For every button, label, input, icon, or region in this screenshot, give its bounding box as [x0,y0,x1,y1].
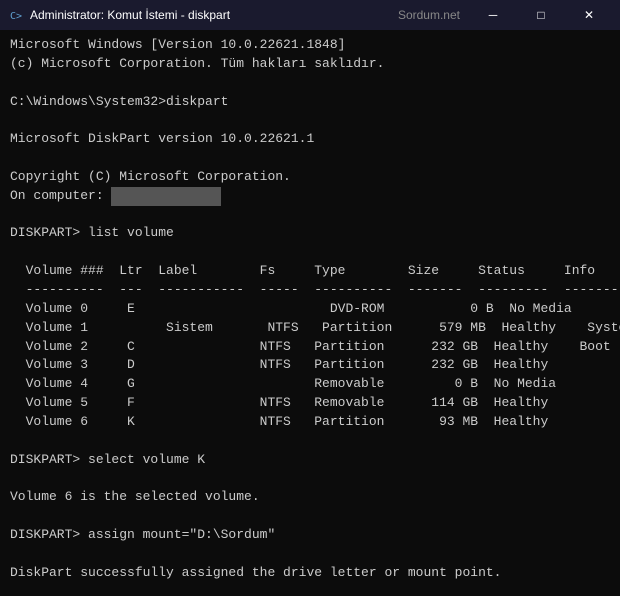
blank-line-8 [10,507,610,526]
diskpart-version-line: Microsoft DiskPart version 10.0.22621.1 [10,130,610,149]
close-button[interactable]: ✕ [566,0,612,30]
cmd-icon: C> [8,7,24,23]
vol6-selected-line: Volume 6 is the selected volume. [10,488,610,507]
vol6-line: Volume 6 K NTFS Partition 93 MB Healthy [10,413,610,432]
blank-line-2 [10,111,610,130]
vol3-line: Volume 3 D NTFS Partition 232 GB Healthy [10,356,610,375]
blank-line-10 [10,582,610,596]
list-volume-cmd-line: DISKPART> list volume [10,224,610,243]
vol4-line: Volume 4 G Removable 0 B No Media [10,375,610,394]
assign-cmd-line: DISKPART> assign mount="D:\Sordum" [10,526,610,545]
window-controls: ─ □ ✕ [470,0,612,30]
copyright-line: (c) Microsoft Corporation. Tüm hakları s… [10,55,610,74]
ms-copyright-line: Copyright (C) Microsoft Corporation. [10,168,610,187]
select-vol-cmd-line: DISKPART> select volume K [10,451,610,470]
computer-name-redacted [111,187,220,206]
blank-line-3 [10,149,610,168]
blank-line-5 [10,243,610,262]
minimize-button[interactable]: ─ [470,0,516,30]
win-version-line: Microsoft Windows [Version 10.0.22621.18… [10,36,610,55]
vol1-line: Volume 1 Sistem NTFS Partition 579 MB He… [10,319,610,338]
title-bar: C> Administrator: Komut İstemi - diskpar… [0,0,620,30]
vol-header-line: Volume ### Ltr Label Fs Type Size Status… [10,262,610,281]
window-title: Administrator: Komut İstemi - diskpart [30,8,398,22]
success-msg-line: DiskPart successfully assigned the drive… [10,564,610,583]
path-diskpart-line: C:\Windows\System32>diskpart [10,93,610,112]
vol5-line: Volume 5 F NTFS Removable 114 GB Healthy [10,394,610,413]
blank-line-7 [10,469,610,488]
vol2-line: Volume 2 C NTFS Partition 232 GB Healthy… [10,338,610,357]
terminal-window: Microsoft Windows [Version 10.0.22621.18… [0,30,620,596]
svg-text:C>: C> [10,11,22,22]
blank-line-9 [10,545,610,564]
vol0-line: Volume 0 E DVD-ROM 0 B No Media [10,300,610,319]
blank-line-6 [10,432,610,451]
blank-line-1 [10,74,610,93]
blank-line-4 [10,206,610,225]
vol-sep-line: ---------- --- ----------- ----- -------… [10,281,610,300]
on-computer-line: On computer: [10,187,610,206]
watermark: Sordum.net [398,8,460,22]
maximize-button[interactable]: □ [518,0,564,30]
